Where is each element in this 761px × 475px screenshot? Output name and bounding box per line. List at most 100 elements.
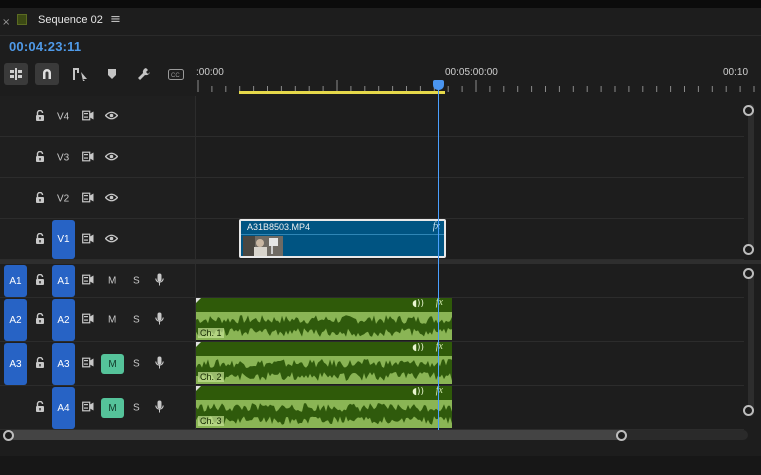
sync-lock-icon[interactable] — [82, 110, 94, 123]
sync-lock-icon[interactable] — [82, 151, 94, 164]
sequence-tab[interactable]: × Sequence 02 ≡ — [0, 8, 761, 36]
clip-volume-icon[interactable]: ◖)) — [412, 387, 424, 397]
add-marker-icon[interactable] — [104, 63, 120, 85]
video-clip-name: A31B8503.MP4 — [247, 222, 311, 232]
video-vertical-scrollbar[interactable] — [748, 104, 754, 254]
voiceover-mic-icon[interactable] — [155, 400, 164, 416]
sequence-label-swatch — [17, 14, 27, 25]
horizontal-scrollbar[interactable] — [9, 430, 748, 440]
sync-lock-icon[interactable] — [82, 192, 94, 205]
horizontal-scroll-thumb[interactable] — [9, 430, 622, 440]
linked-selection-icon[interactable] — [70, 63, 90, 85]
audio-scroll-top-knob[interactable] — [743, 268, 754, 279]
sequence-title[interactable]: Sequence 02 — [38, 14, 103, 26]
audio-clip-fx-badge[interactable]: fx — [436, 386, 443, 396]
track-header-a1 — [0, 264, 196, 297]
mute-button[interactable]: M — [108, 315, 116, 326]
audio-waveform — [196, 315, 452, 337]
audio-waveform — [196, 403, 452, 425]
toggle-output-eye-icon[interactable] — [104, 193, 119, 205]
source-patch-v1[interactable]: V1 — [52, 220, 75, 259]
hscroll-right-knob[interactable] — [616, 430, 627, 441]
wrench-settings-icon[interactable] — [134, 63, 154, 85]
video-clip-thumbnail — [243, 236, 283, 256]
playhead-timecode[interactable]: 00:04:23:11 — [9, 39, 81, 54]
audio-clip-corner — [196, 298, 201, 303]
video-scroll-top-knob[interactable] — [743, 105, 754, 116]
playhead-line[interactable] — [438, 90, 439, 430]
waveform-path — [196, 315, 452, 337]
sync-lock-icon[interactable] — [82, 357, 94, 371]
audio-vertical-scrollbar[interactable] — [748, 270, 754, 416]
video-scroll-bottom-knob[interactable] — [743, 244, 754, 255]
ruler-label-start: :00:00 — [196, 67, 224, 78]
lock-track-icon[interactable] — [35, 273, 45, 288]
lock-track-icon[interactable] — [35, 400, 45, 415]
close-tab-icon[interactable]: × — [2, 17, 10, 28]
audio-scroll-bottom-knob[interactable] — [743, 405, 754, 416]
voiceover-mic-icon[interactable] — [155, 273, 164, 289]
track-target-a4[interactable]: A4 — [52, 387, 75, 429]
clip-volume-icon[interactable]: ◖)) — [412, 299, 424, 309]
snap-magnet-icon[interactable] — [35, 63, 59, 85]
video-clip[interactable]: A31B8503.MP4 fx — [239, 219, 446, 258]
voiceover-mic-icon[interactable] — [155, 312, 164, 328]
track-label-v3[interactable]: V3 — [57, 152, 69, 163]
toggle-output-eye-icon[interactable] — [104, 234, 119, 246]
audio-clip-ch2[interactable]: ◖)) fx Ch. 2 — [196, 342, 452, 384]
audio-clip-fx-badge[interactable]: fx — [436, 298, 443, 308]
sync-lock-icon[interactable] — [82, 401, 94, 415]
channel-label: Ch. 3 — [198, 416, 224, 426]
sync-lock-icon[interactable] — [82, 233, 94, 246]
captions-icon[interactable]: CC — [165, 63, 187, 85]
ruler-label-5min: 00:05:00:00 — [445, 67, 498, 78]
track-label-v4[interactable]: V4 — [57, 111, 69, 122]
track-target-a3[interactable]: A3 — [52, 343, 75, 385]
sync-lock-icon[interactable] — [82, 274, 94, 288]
channel-label: Ch. 2 — [198, 372, 224, 382]
track-header-a3 — [0, 342, 196, 385]
solo-button[interactable]: S — [133, 403, 140, 414]
voiceover-mic-icon[interactable] — [155, 356, 164, 372]
lock-track-icon[interactable] — [35, 109, 45, 124]
channel-label: Ch. 1 — [198, 328, 224, 338]
mute-button[interactable]: M — [108, 276, 116, 287]
audio-clip-ch1[interactable]: ◖)) fx Ch. 1 — [196, 298, 452, 340]
lock-track-icon[interactable] — [35, 356, 45, 371]
track-target-a2[interactable]: A2 — [52, 299, 75, 341]
time-ruler[interactable]: :00:00 00:05:00:00 00:10 — [196, 60, 761, 96]
track-header-v4 — [0, 96, 196, 136]
panel-menu-icon[interactable]: ≡ — [110, 12, 121, 27]
sync-lock-icon[interactable] — [82, 313, 94, 327]
toggle-output-eye-icon[interactable] — [104, 152, 119, 164]
solo-button[interactable]: S — [133, 359, 140, 370]
lock-track-icon[interactable] — [35, 232, 45, 247]
mute-button[interactable]: M — [101, 398, 124, 418]
clip-volume-icon[interactable]: ◖)) — [412, 343, 424, 353]
track-header-a2 — [0, 298, 196, 341]
lock-track-icon[interactable] — [35, 150, 45, 165]
lock-track-icon[interactable] — [35, 312, 45, 327]
source-patch-a3[interactable]: A3 — [4, 343, 27, 385]
mute-button[interactable]: M — [101, 354, 124, 374]
track-target-a1[interactable]: A1 — [52, 265, 75, 297]
audio-clip-ch3[interactable]: ◖)) fx Ch. 3 — [196, 386, 452, 428]
track-label-v2[interactable]: V2 — [57, 193, 69, 204]
track-header-v1 — [0, 219, 196, 259]
hscroll-left-knob[interactable] — [3, 430, 14, 441]
source-patch-a2[interactable]: A2 — [4, 299, 27, 341]
track-header-v2 — [0, 178, 196, 218]
solo-button[interactable]: S — [133, 315, 140, 326]
work-area-bar[interactable] — [239, 91, 445, 94]
insert-overwrite-icon[interactable] — [4, 63, 28, 85]
audio-clip-corner — [196, 386, 201, 391]
audio-clip-fx-badge[interactable]: fx — [436, 342, 443, 352]
panel-bottom-bar — [0, 456, 761, 475]
ruler-label-10min: 00:10 — [723, 67, 749, 78]
solo-button[interactable]: S — [133, 276, 140, 287]
audio-waveform — [196, 359, 452, 381]
lock-track-icon[interactable] — [35, 191, 45, 206]
playhead-handle[interactable] — [433, 80, 444, 90]
toggle-output-eye-icon[interactable] — [104, 111, 119, 123]
source-patch-a1[interactable]: A1 — [4, 265, 27, 297]
